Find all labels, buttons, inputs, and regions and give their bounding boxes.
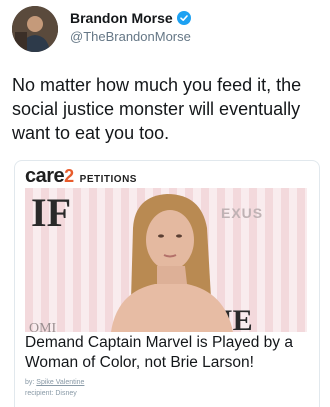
care2-logo: care2 [25, 165, 74, 188]
author-name-row: Brandon Morse [70, 10, 191, 26]
tweet-text: No matter how much you feed it, the soci… [12, 75, 302, 143]
author-info: Brandon Morse @TheBrandonMorse [70, 10, 191, 44]
author-handle[interactable]: @TheBrandonMorse [70, 29, 191, 44]
svg-text:EXUS: EXUS [221, 205, 263, 221]
care2-logo-number: 2 [64, 166, 74, 186]
byline-label: by: [25, 379, 35, 386]
care2-petitions-label: PETITIONS [79, 174, 137, 185]
card-byline: by: Spike Valentine [25, 379, 84, 386]
verified-check-icon [176, 11, 191, 25]
recipient-label: recipient: [25, 390, 54, 397]
care2-logo-text: care [25, 165, 65, 187]
card-title[interactable]: Demand Captain Marvel is Played by a Wom… [25, 333, 315, 373]
byline-author-link[interactable]: Spike Valentine [36, 379, 84, 386]
svg-text:OMI: OMI [29, 321, 57, 332]
author-name[interactable]: Brandon Morse [70, 10, 173, 26]
recipient-name: Disney [55, 390, 77, 397]
tweet: Brandon Morse @TheBrandonMorse No matter… [0, 0, 330, 407]
card-image[interactable]: IF EXUS IE OMI [25, 188, 307, 332]
card-header: care2 PETITIONS [25, 165, 137, 187]
svg-text:IF: IF [31, 190, 71, 235]
card-recipient: recipient: Disney [25, 390, 77, 397]
link-card[interactable]: care2 PETITIONS IF EXUS IE OMI Demand Ca… [14, 160, 320, 407]
author-avatar[interactable] [12, 6, 58, 52]
